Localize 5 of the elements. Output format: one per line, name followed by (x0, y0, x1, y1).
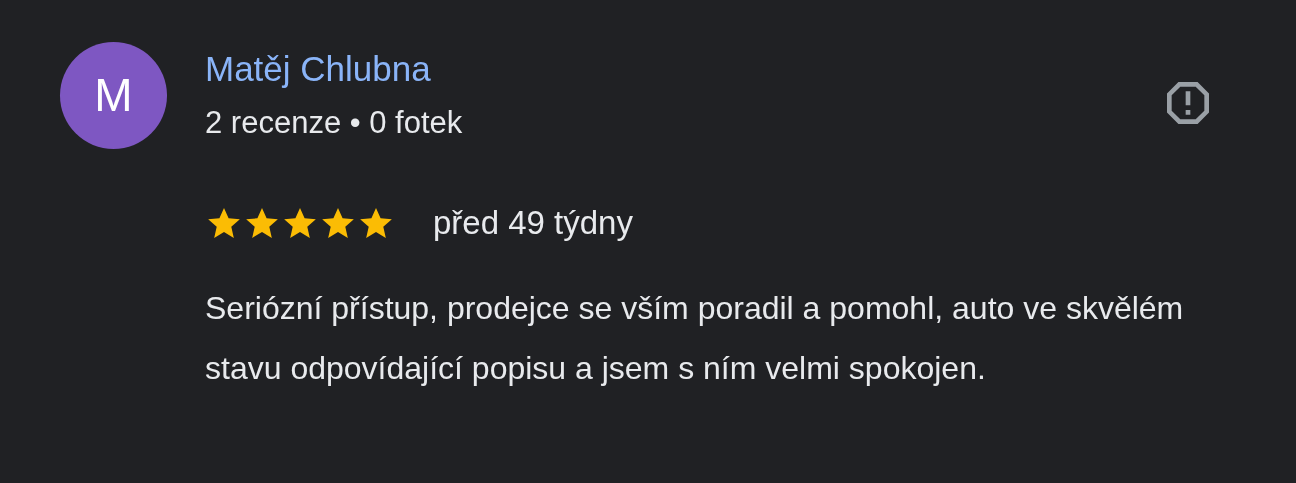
avatar: M (60, 42, 167, 149)
review-time: před 49 týdny (433, 203, 633, 243)
author-meta: 2 recenze • 0 fotek (205, 104, 463, 142)
author-name[interactable]: Matěj Chlubna (205, 42, 463, 96)
review-text: Seriózní přístup, prodejce se vším poradil a pomohl, auto ve skvělém stavu odpovídající popisu a jsem s ním velmi spokojen. (205, 288, 1185, 388)
